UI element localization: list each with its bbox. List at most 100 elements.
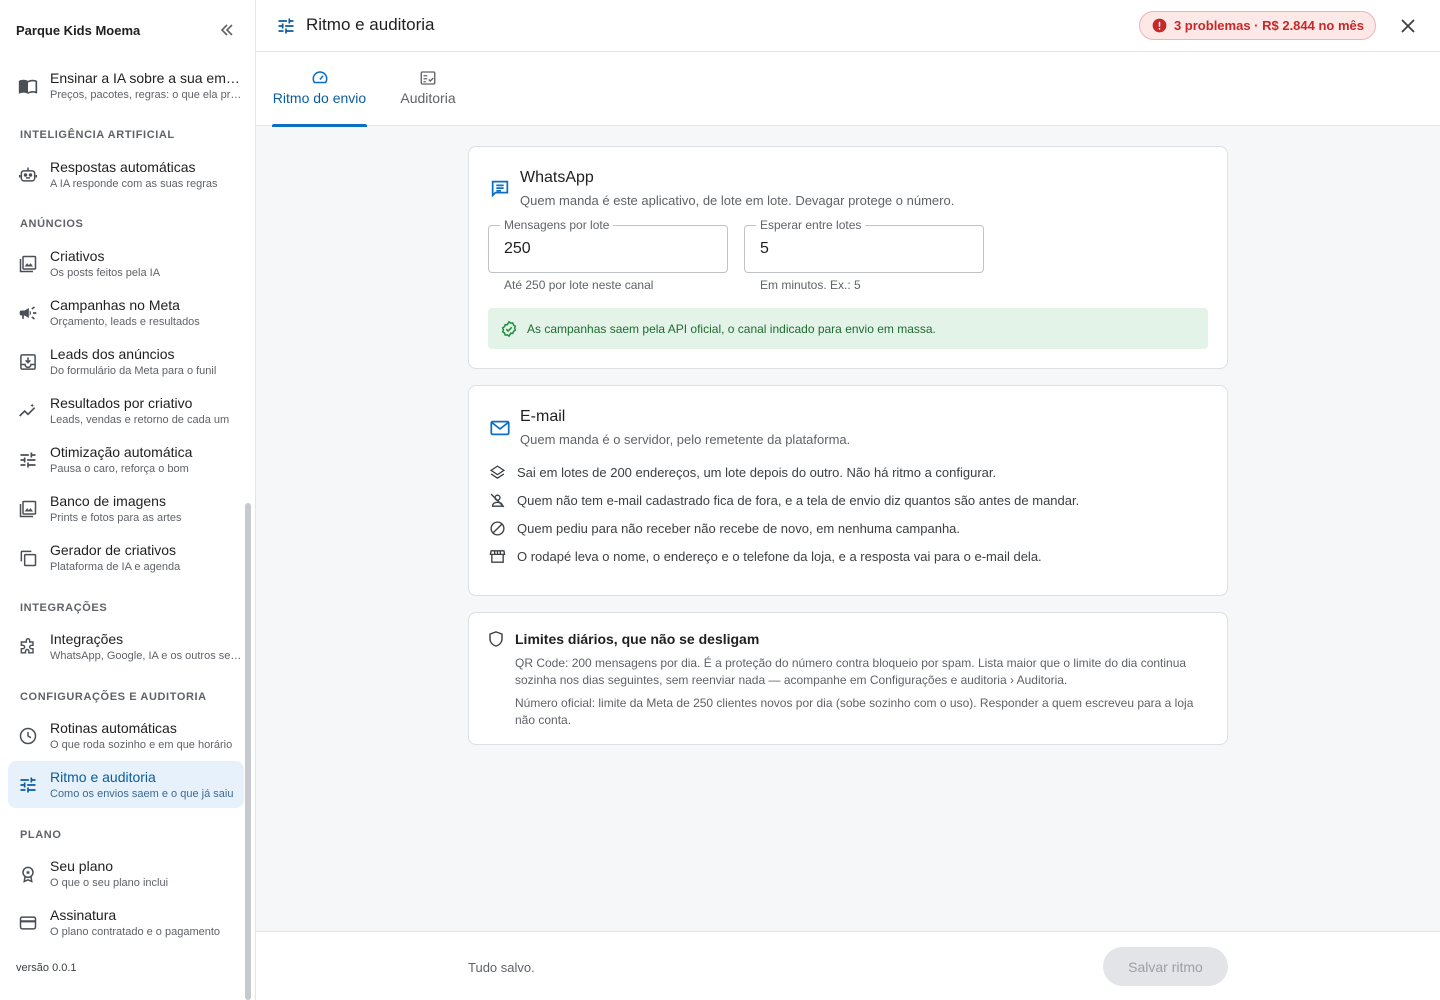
email-bullet-text: O rodapé leva o nome, o endereço e o tel…	[517, 548, 1042, 564]
problems-badge[interactable]: 3 problemas · R$ 2.844 no mês	[1138, 11, 1376, 40]
batch-size-label: Mensagens por lote	[500, 218, 614, 232]
sidebar-nav: Ensinar a IA sobre a sua empresa Preços,…	[0, 60, 244, 1000]
email-bullet: Quem pediu para não receber não recebe d…	[488, 519, 960, 537]
sidebar-item-label: Seu plano	[50, 857, 114, 874]
sidebar-item-label: Respostas automáticas	[50, 158, 196, 175]
trend-icon	[18, 401, 38, 421]
close-icon[interactable]	[1398, 16, 1418, 36]
sidebar-item-label: Criativos	[50, 247, 105, 264]
wait-between-field: Esperar entre lotes	[744, 218, 984, 273]
sidebar-item-label: Gerador de criativos	[50, 541, 177, 558]
collapse-sidebar-icon[interactable]	[217, 20, 237, 40]
whatsapp-title: WhatsApp	[520, 169, 594, 186]
sidebar-item-pace-audit[interactable]: Ritmo e auditoria Como os envios saem e …	[8, 761, 244, 808]
sidebar-item-label: Campanhas no Meta	[50, 296, 180, 313]
image-icon	[18, 254, 38, 274]
tab-label: Auditoria	[400, 90, 456, 106]
sidebar-item-ad-leads[interactable]: Leads dos anúncios Do formulário da Meta…	[8, 338, 244, 385]
puzzle-icon	[18, 637, 38, 657]
sidebar-scrollbar[interactable]	[245, 503, 251, 1000]
book-icon	[18, 76, 38, 96]
sidebar-item-integrations[interactable]: Integrações WhatsApp, Google, IA e os ou…	[8, 623, 244, 670]
checklist-icon	[420, 71, 436, 85]
sidebar-item-meta-campaigns[interactable]: Campanhas no Meta Orçamento, leads e res…	[8, 289, 244, 336]
sidebar-item-results-by-creative[interactable]: Resultados por criativo Leads, vendas e …	[8, 387, 244, 434]
email-bullet: O rodapé leva o nome, o endereço e o tel…	[488, 547, 1042, 565]
daily-limits-title: Limites diários, que não se desligam	[515, 631, 760, 647]
megaphone-icon	[18, 303, 38, 323]
email-bullet-text: Sai em lotes de 200 endereços, um lote d…	[517, 464, 997, 480]
tab-audit[interactable]: Auditoria	[399, 52, 457, 126]
sidebar-item-sub: Orçamento, leads e resultados	[50, 315, 200, 328]
app-version: versão 0.0.1	[16, 962, 77, 974]
section-label: ANÚNCIOS	[20, 218, 84, 230]
sidebar-item-sub: O que o seu plano inclui	[50, 876, 169, 889]
sidebar-item-label: Leads dos anúncios	[50, 345, 175, 362]
section-label: CONFIGURAÇÕES E AUDITORIA	[20, 691, 207, 703]
sidebar-item-auto-optimization[interactable]: Otimização automática Pausa o caro, refo…	[8, 436, 244, 483]
sidebar-item-your-plan[interactable]: Seu plano O que o seu plano inclui	[8, 850, 244, 897]
sliders-icon	[276, 16, 296, 36]
sidebar-item-auto-replies[interactable]: Respostas automáticas A IA responde com …	[8, 151, 244, 198]
wait-between-label: Esperar entre lotes	[756, 218, 866, 232]
whatsapp-card: WhatsApp Quem manda é este aplicativo, d…	[468, 146, 1228, 369]
chat-icon	[489, 178, 511, 200]
qr-code-limit-text: QR Code: 200 mensagens por dia. É a prot…	[515, 656, 1187, 687]
tab-label: Ritmo do envio	[272, 90, 367, 106]
tab-pace[interactable]: Ritmo do envio	[272, 52, 367, 127]
email-bullet-text: Quem não tem e-mail cadastrado fica de f…	[517, 492, 1080, 508]
error-icon	[1152, 18, 1167, 33]
sidebar-item-image-bank[interactable]: Banco de imagens Prints e fotos para as …	[8, 485, 244, 532]
sidebar-item-label: Banco de imagens	[50, 492, 166, 509]
sidebar-item-sub: Como os envios saem e o que já saiu	[50, 787, 234, 800]
sliders-icon	[18, 450, 38, 470]
sidebar-item-routines[interactable]: Rotinas automáticas O que roda sozinho e…	[8, 712, 244, 759]
footer-bar: Tudo salvo. Salvar ritmo	[256, 931, 1440, 1000]
block-icon	[488, 519, 506, 537]
official-api-banner: As campanhas saem pela API oficial, o ca…	[488, 308, 1208, 349]
sidebar-item-sub: Prints e fotos para as artes	[50, 511, 182, 524]
official-number-limit-text: Número oficial: limite da Meta de 250 cl…	[515, 696, 1194, 727]
mail-icon	[489, 417, 511, 439]
email-bullet-text: Quem pediu para não receber não recebe d…	[517, 520, 961, 536]
image-icon	[18, 499, 38, 519]
sidebar-item-teach-ai[interactable]: Ensinar a IA sobre a sua empresa Preços,…	[8, 62, 244, 109]
email-card: E-mail Quem manda é o servidor, pelo rem…	[468, 385, 1228, 596]
verified-check-icon	[501, 320, 517, 337]
sidebar-item-sub: O que roda sozinho e em que horário	[50, 738, 233, 751]
sidebar-item-sub: O plano contratado e o pagamento	[50, 925, 221, 938]
sidebar-item-sub: Plataforma de IA e agenda	[50, 560, 181, 573]
sidebar-item-label: Otimização automática	[50, 443, 193, 460]
sidebar-item-creatives[interactable]: Criativos Os posts feitos pela IA	[8, 240, 244, 287]
batch-size-input[interactable]	[504, 240, 704, 258]
sidebar-item-label: Ensinar a IA sobre a sua empresa	[50, 69, 244, 86]
section-label: INTELIGÊNCIA ARTIFICIAL	[20, 129, 175, 141]
sidebar-item-creative-generator[interactable]: Gerador de criativos Plataforma de IA e …	[8, 534, 244, 581]
layers-icon	[488, 463, 506, 481]
sidebar-item-subscription[interactable]: Assinatura O plano contratado e o pagame…	[8, 899, 244, 946]
top-bar: Ritmo e auditoria 3 problemas · R$ 2.844…	[256, 0, 1440, 52]
batch-size-field: Mensagens por lote	[488, 218, 728, 273]
person-off-icon	[488, 491, 506, 509]
problems-text: 3 problemas · R$ 2.844 no mês	[1173, 18, 1364, 33]
copy-icon	[18, 548, 38, 568]
wait-between-input[interactable]	[760, 240, 960, 258]
email-bullet: Sai em lotes de 200 endereços, um lote d…	[488, 463, 996, 481]
shield-icon	[487, 630, 505, 648]
robot-icon	[18, 165, 38, 185]
speedometer-icon	[312, 71, 327, 84]
email-subtitle: Quem manda é o servidor, pelo remetente …	[520, 432, 851, 447]
sliders-icon	[18, 775, 38, 795]
sidebar-item-label: Assinatura	[50, 906, 117, 923]
save-pace-button[interactable]: Salvar ritmo	[1103, 947, 1228, 986]
sidebar-header: Parque Kids Moema	[0, 0, 255, 60]
email-bullet: Quem não tem e-mail cadastrado fica de f…	[488, 491, 1079, 509]
save-status: Tudo salvo.	[468, 960, 535, 975]
sidebar-item-label: Rotinas automáticas	[50, 719, 177, 736]
sidebar-item-sub: Pausa o caro, reforça o bom	[50, 462, 189, 475]
wait-between-help: Em minutos. Ex.: 5	[760, 278, 861, 292]
sidebar-item-sub: Preços, pacotes, regras: o que ela preci…	[50, 88, 244, 101]
sidebar-item-label: Ritmo e auditoria	[50, 768, 156, 785]
section-label: PLANO	[20, 829, 62, 841]
email-title: E-mail	[520, 408, 566, 425]
